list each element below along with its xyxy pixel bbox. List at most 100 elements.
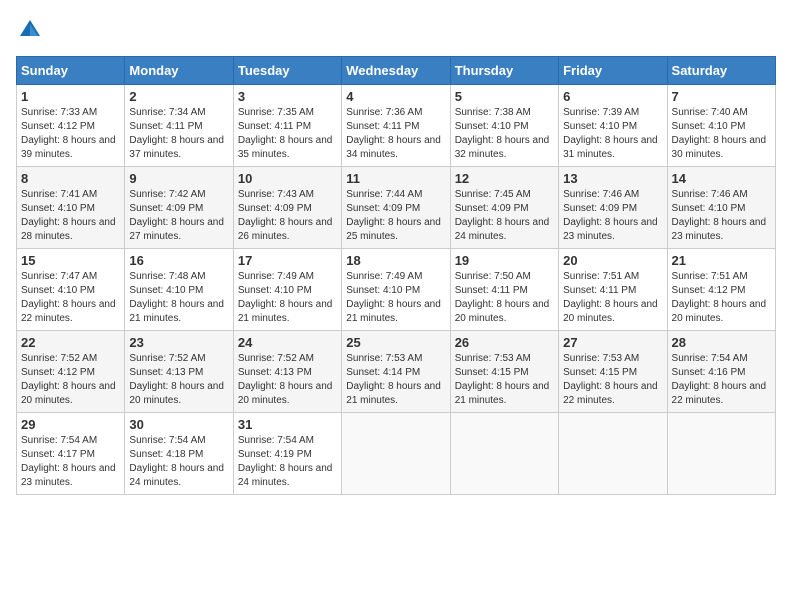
day-number: 11	[346, 171, 445, 186]
day-info: Sunrise: 7:52 AM Sunset: 4:13 PM Dayligh…	[238, 352, 337, 408]
calendar-cell: 26 Sunrise: 7:53 AM Sunset: 4:15 PM Dayl…	[450, 331, 558, 413]
calendar-header-saturday: Saturday	[667, 57, 775, 85]
day-number: 9	[129, 171, 228, 186]
calendar-cell: 15 Sunrise: 7:47 AM Sunset: 4:10 PM Dayl…	[17, 249, 125, 331]
calendar-header-monday: Monday	[125, 57, 233, 85]
calendar-cell: 27 Sunrise: 7:53 AM Sunset: 4:15 PM Dayl…	[559, 331, 667, 413]
calendar-table: SundayMondayTuesdayWednesdayThursdayFrid…	[16, 56, 776, 495]
day-info: Sunrise: 7:33 AM Sunset: 4:12 PM Dayligh…	[21, 106, 120, 162]
day-info: Sunrise: 7:54 AM Sunset: 4:19 PM Dayligh…	[238, 434, 337, 490]
day-number: 20	[563, 253, 662, 268]
day-info: Sunrise: 7:39 AM Sunset: 4:10 PM Dayligh…	[563, 106, 662, 162]
day-info: Sunrise: 7:49 AM Sunset: 4:10 PM Dayligh…	[346, 270, 445, 326]
calendar-header-tuesday: Tuesday	[233, 57, 341, 85]
calendar-cell: 11 Sunrise: 7:44 AM Sunset: 4:09 PM Dayl…	[342, 167, 450, 249]
calendar-header-wednesday: Wednesday	[342, 57, 450, 85]
day-number: 18	[346, 253, 445, 268]
day-info: Sunrise: 7:43 AM Sunset: 4:09 PM Dayligh…	[238, 188, 337, 244]
calendar-cell: 5 Sunrise: 7:38 AM Sunset: 4:10 PM Dayli…	[450, 85, 558, 167]
day-info: Sunrise: 7:53 AM Sunset: 4:14 PM Dayligh…	[346, 352, 445, 408]
day-number: 13	[563, 171, 662, 186]
calendar-cell: 6 Sunrise: 7:39 AM Sunset: 4:10 PM Dayli…	[559, 85, 667, 167]
logo-icon	[16, 16, 44, 44]
calendar-week-1: 1 Sunrise: 7:33 AM Sunset: 4:12 PM Dayli…	[17, 85, 776, 167]
day-info: Sunrise: 7:53 AM Sunset: 4:15 PM Dayligh…	[563, 352, 662, 408]
day-number: 3	[238, 89, 337, 104]
calendar-cell: 19 Sunrise: 7:50 AM Sunset: 4:11 PM Dayl…	[450, 249, 558, 331]
day-number: 30	[129, 417, 228, 432]
day-number: 6	[563, 89, 662, 104]
day-info: Sunrise: 7:51 AM Sunset: 4:12 PM Dayligh…	[672, 270, 771, 326]
calendar-cell: 21 Sunrise: 7:51 AM Sunset: 4:12 PM Dayl…	[667, 249, 775, 331]
day-info: Sunrise: 7:41 AM Sunset: 4:10 PM Dayligh…	[21, 188, 120, 244]
calendar-cell: 9 Sunrise: 7:42 AM Sunset: 4:09 PM Dayli…	[125, 167, 233, 249]
calendar-cell: 31 Sunrise: 7:54 AM Sunset: 4:19 PM Dayl…	[233, 413, 341, 495]
day-info: Sunrise: 7:42 AM Sunset: 4:09 PM Dayligh…	[129, 188, 228, 244]
day-number: 27	[563, 335, 662, 350]
day-info: Sunrise: 7:54 AM Sunset: 4:18 PM Dayligh…	[129, 434, 228, 490]
day-info: Sunrise: 7:52 AM Sunset: 4:13 PM Dayligh…	[129, 352, 228, 408]
day-info: Sunrise: 7:46 AM Sunset: 4:09 PM Dayligh…	[563, 188, 662, 244]
day-number: 24	[238, 335, 337, 350]
calendar-cell: 24 Sunrise: 7:52 AM Sunset: 4:13 PM Dayl…	[233, 331, 341, 413]
calendar-week-2: 8 Sunrise: 7:41 AM Sunset: 4:10 PM Dayli…	[17, 167, 776, 249]
day-number: 29	[21, 417, 120, 432]
day-number: 12	[455, 171, 554, 186]
page-header	[16, 16, 776, 44]
calendar-cell: 8 Sunrise: 7:41 AM Sunset: 4:10 PM Dayli…	[17, 167, 125, 249]
day-info: Sunrise: 7:51 AM Sunset: 4:11 PM Dayligh…	[563, 270, 662, 326]
calendar-cell: 10 Sunrise: 7:43 AM Sunset: 4:09 PM Dayl…	[233, 167, 341, 249]
day-number: 22	[21, 335, 120, 350]
day-number: 4	[346, 89, 445, 104]
calendar-header-thursday: Thursday	[450, 57, 558, 85]
day-info: Sunrise: 7:45 AM Sunset: 4:09 PM Dayligh…	[455, 188, 554, 244]
day-number: 14	[672, 171, 771, 186]
day-number: 7	[672, 89, 771, 104]
day-info: Sunrise: 7:49 AM Sunset: 4:10 PM Dayligh…	[238, 270, 337, 326]
calendar-week-5: 29 Sunrise: 7:54 AM Sunset: 4:17 PM Dayl…	[17, 413, 776, 495]
calendar-cell: 17 Sunrise: 7:49 AM Sunset: 4:10 PM Dayl…	[233, 249, 341, 331]
day-number: 15	[21, 253, 120, 268]
day-info: Sunrise: 7:36 AM Sunset: 4:11 PM Dayligh…	[346, 106, 445, 162]
day-number: 26	[455, 335, 554, 350]
calendar-cell: 12 Sunrise: 7:45 AM Sunset: 4:09 PM Dayl…	[450, 167, 558, 249]
calendar-cell: 3 Sunrise: 7:35 AM Sunset: 4:11 PM Dayli…	[233, 85, 341, 167]
day-number: 10	[238, 171, 337, 186]
day-info: Sunrise: 7:47 AM Sunset: 4:10 PM Dayligh…	[21, 270, 120, 326]
day-number: 21	[672, 253, 771, 268]
day-number: 23	[129, 335, 228, 350]
calendar-cell: 30 Sunrise: 7:54 AM Sunset: 4:18 PM Dayl…	[125, 413, 233, 495]
day-info: Sunrise: 7:50 AM Sunset: 4:11 PM Dayligh…	[455, 270, 554, 326]
calendar-cell: 20 Sunrise: 7:51 AM Sunset: 4:11 PM Dayl…	[559, 249, 667, 331]
day-number: 19	[455, 253, 554, 268]
day-info: Sunrise: 7:53 AM Sunset: 4:15 PM Dayligh…	[455, 352, 554, 408]
day-number: 5	[455, 89, 554, 104]
calendar-week-4: 22 Sunrise: 7:52 AM Sunset: 4:12 PM Dayl…	[17, 331, 776, 413]
day-number: 31	[238, 417, 337, 432]
day-info: Sunrise: 7:48 AM Sunset: 4:10 PM Dayligh…	[129, 270, 228, 326]
day-number: 17	[238, 253, 337, 268]
day-info: Sunrise: 7:34 AM Sunset: 4:11 PM Dayligh…	[129, 106, 228, 162]
day-info: Sunrise: 7:44 AM Sunset: 4:09 PM Dayligh…	[346, 188, 445, 244]
day-info: Sunrise: 7:52 AM Sunset: 4:12 PM Dayligh…	[21, 352, 120, 408]
calendar-cell: 29 Sunrise: 7:54 AM Sunset: 4:17 PM Dayl…	[17, 413, 125, 495]
day-info: Sunrise: 7:40 AM Sunset: 4:10 PM Dayligh…	[672, 106, 771, 162]
day-number: 25	[346, 335, 445, 350]
calendar-week-3: 15 Sunrise: 7:47 AM Sunset: 4:10 PM Dayl…	[17, 249, 776, 331]
calendar-cell: 28 Sunrise: 7:54 AM Sunset: 4:16 PM Dayl…	[667, 331, 775, 413]
calendar-cell: 1 Sunrise: 7:33 AM Sunset: 4:12 PM Dayli…	[17, 85, 125, 167]
calendar-header-friday: Friday	[559, 57, 667, 85]
calendar-header-row: SundayMondayTuesdayWednesdayThursdayFrid…	[17, 57, 776, 85]
calendar-header-sunday: Sunday	[17, 57, 125, 85]
calendar-cell	[450, 413, 558, 495]
day-number: 2	[129, 89, 228, 104]
calendar-cell: 23 Sunrise: 7:52 AM Sunset: 4:13 PM Dayl…	[125, 331, 233, 413]
calendar-cell: 13 Sunrise: 7:46 AM Sunset: 4:09 PM Dayl…	[559, 167, 667, 249]
calendar-cell: 16 Sunrise: 7:48 AM Sunset: 4:10 PM Dayl…	[125, 249, 233, 331]
calendar-cell	[559, 413, 667, 495]
calendar-cell: 7 Sunrise: 7:40 AM Sunset: 4:10 PM Dayli…	[667, 85, 775, 167]
calendar-cell: 4 Sunrise: 7:36 AM Sunset: 4:11 PM Dayli…	[342, 85, 450, 167]
day-number: 16	[129, 253, 228, 268]
calendar-cell: 14 Sunrise: 7:46 AM Sunset: 4:10 PM Dayl…	[667, 167, 775, 249]
day-number: 8	[21, 171, 120, 186]
